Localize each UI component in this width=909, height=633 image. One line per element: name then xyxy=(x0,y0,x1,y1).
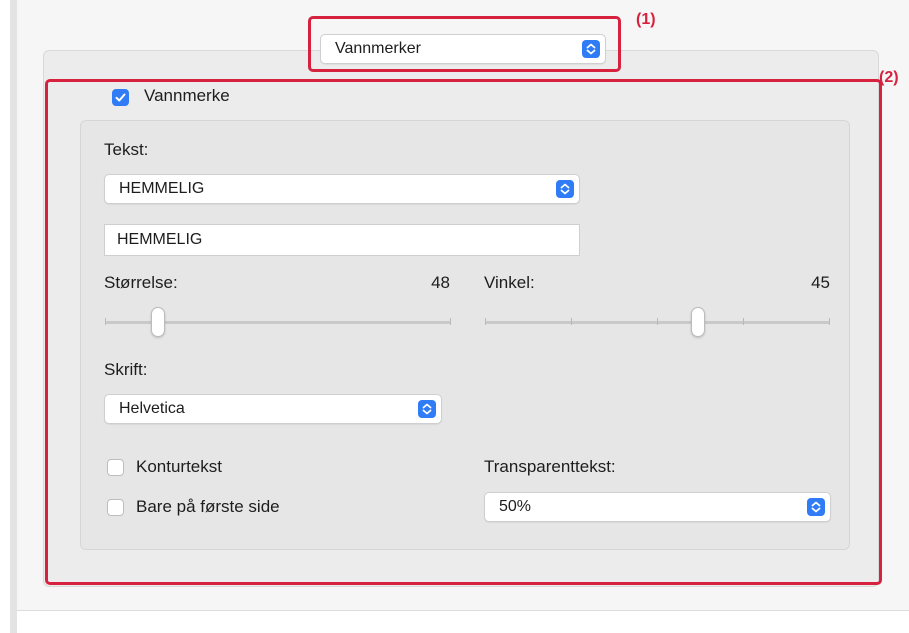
divider xyxy=(17,610,909,611)
callout-label-1: (1) xyxy=(636,11,656,28)
callout-box-2 xyxy=(45,79,882,585)
callout-label-2: (2) xyxy=(879,69,899,86)
callout-box-1 xyxy=(308,16,621,72)
window-edge xyxy=(10,0,17,633)
